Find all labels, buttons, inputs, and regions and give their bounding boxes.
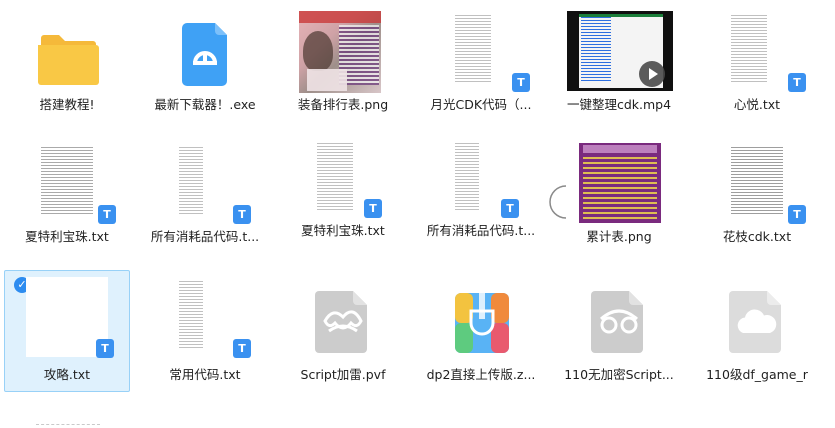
text-document-thumbnail: [725, 143, 789, 219]
loading-spinner-icon: [549, 185, 567, 219]
image-thumbnail: [299, 11, 381, 93]
file-name: 110级df_game_r: [706, 367, 808, 382]
file-tile-txt[interactable]: T 所有消耗品代码.t...: [142, 136, 268, 256]
txt-badge-icon: T: [788, 205, 806, 224]
file-name: 常用代码.txt: [169, 367, 241, 382]
txt-badge-icon: T: [98, 205, 116, 224]
txt-badge-icon: T: [501, 199, 519, 218]
file-tile-folder[interactable]: 搭建教程!: [4, 4, 130, 124]
txt-badge-icon: T: [512, 73, 530, 92]
txt-badge-icon: T: [364, 199, 382, 218]
file-name: 夏特利宝珠.txt: [301, 223, 385, 238]
file-tile-txt[interactable]: T 心悦.txt: [694, 4, 820, 124]
video-thumbnail: [567, 11, 673, 91]
generic-file-icon: [591, 291, 643, 353]
archive-icon: [455, 293, 509, 353]
next-row-placeholder: [36, 424, 100, 428]
text-document-thumbnail: [35, 143, 99, 219]
txt-badge-icon: T: [233, 339, 251, 358]
file-name: 所有消耗品代码.t...: [426, 223, 536, 238]
file-name: 心悦.txt: [733, 97, 781, 112]
file-name: 一键整理cdk.mp4: [566, 97, 672, 112]
image-thumbnail: [579, 143, 661, 223]
exe-file-icon: [182, 23, 227, 86]
file-tile-pvf[interactable]: 110无加密Script...: [556, 270, 682, 390]
file-tile-mp4[interactable]: 一键整理cdk.mp4: [556, 4, 682, 124]
file-name: 110无加密Script...: [564, 367, 674, 382]
text-document-thumbnail: [449, 11, 513, 87]
file-name: 所有消耗品代码.t...: [150, 229, 260, 244]
file-tile-txt-selected[interactable]: ✓ T 攻略.txt: [4, 270, 130, 392]
file-tile-txt[interactable]: T 月光CDK代码（...: [418, 4, 544, 124]
file-tile-exe[interactable]: 最新下载器！.exe: [142, 4, 268, 124]
text-document-thumbnail: [725, 11, 789, 87]
file-tile-pvf[interactable]: Script加雷.pvf: [280, 270, 406, 390]
file-tile-png[interactable]: 装备排行表.png: [280, 4, 406, 124]
txt-badge-icon: T: [96, 339, 114, 358]
cloud-file-icon: [729, 291, 781, 353]
file-name: 装备排行表.png: [297, 97, 389, 112]
file-name: 搭建教程!: [39, 97, 95, 112]
file-name: 花枝cdk.txt: [722, 229, 792, 244]
file-tile-png[interactable]: 累计表.png: [556, 136, 682, 256]
file-grid: 搭建教程! 最新下载器！.exe 装备排行表.png T 月光CDK代码（...: [0, 0, 835, 428]
file-tile-txt[interactable]: T 常用代码.txt: [142, 270, 268, 390]
file-name: Script加雷.pvf: [300, 367, 386, 382]
text-document-thumbnail: [173, 277, 237, 353]
file-tile-txt[interactable]: T 夏特利宝珠.txt: [280, 132, 406, 252]
file-name: 月光CDK代码（...: [430, 97, 532, 112]
file-tile-generic[interactable]: 110级df_game_r: [694, 270, 820, 390]
file-tile-txt[interactable]: T 所有消耗品代码.t...: [418, 132, 544, 252]
text-document-thumbnail: [173, 143, 237, 219]
file-name: 累计表.png: [586, 229, 652, 244]
file-name: 最新下载器！.exe: [154, 97, 256, 112]
txt-badge-icon: T: [233, 205, 251, 224]
file-tile-txt[interactable]: T 花枝cdk.txt: [694, 136, 820, 256]
file-name: 夏特利宝珠.txt: [25, 229, 109, 244]
txt-badge-icon: T: [788, 73, 806, 92]
file-tile-zip[interactable]: dp2直接上传版.z...: [418, 270, 544, 390]
folder-icon: [38, 35, 99, 85]
file-name: dp2直接上传版.z...: [426, 367, 536, 382]
generic-file-icon: [315, 291, 367, 353]
file-name: 攻略.txt: [43, 367, 91, 382]
file-tile-txt[interactable]: T 夏特利宝珠.txt: [4, 136, 130, 256]
